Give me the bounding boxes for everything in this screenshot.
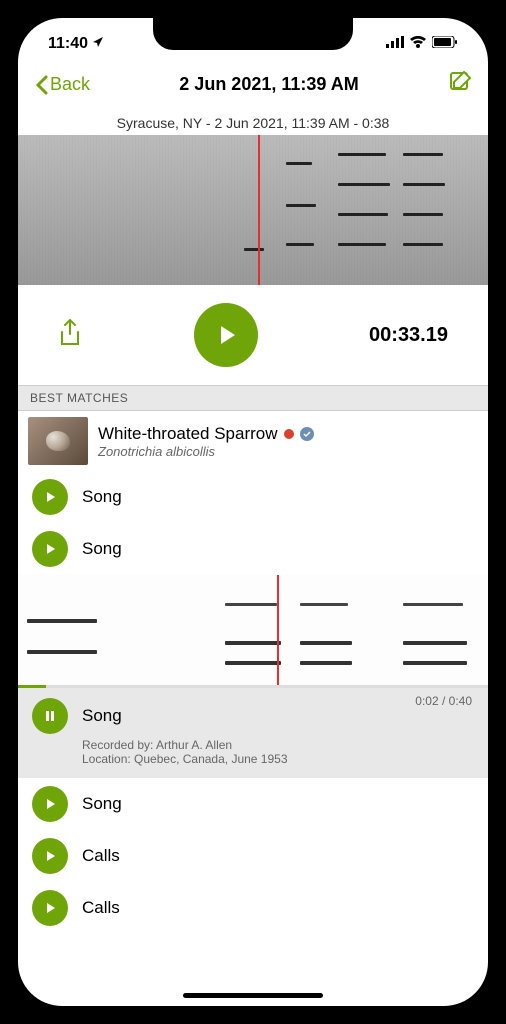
- edit-icon: [448, 70, 472, 94]
- track-play-button[interactable]: [32, 479, 68, 515]
- track-pause-button[interactable]: [32, 698, 68, 734]
- share-button[interactable]: [58, 318, 82, 353]
- playhead: [258, 135, 260, 285]
- species-common-name: White-throated Sparrow: [98, 424, 278, 444]
- nav-bar: Back 2 Jun 2021, 11:39 AM: [18, 62, 488, 111]
- page-title: 2 Jun 2021, 11:39 AM: [179, 74, 358, 95]
- track-row[interactable]: Song: [18, 778, 488, 830]
- verified-badge-icon: [300, 427, 314, 441]
- track-play-button[interactable]: [32, 838, 68, 874]
- track-row[interactable]: Song: [18, 523, 488, 575]
- main-spectrogram[interactable]: [18, 135, 488, 285]
- play-icon: [213, 322, 239, 348]
- back-button[interactable]: Back: [34, 74, 90, 95]
- recording-subtitle: Syracuse, NY - 2 Jun 2021, 11:39 AM - 0:…: [18, 111, 488, 135]
- location-arrow-icon: [92, 35, 104, 53]
- track-label: Calls: [82, 846, 120, 866]
- playhead: [277, 575, 279, 685]
- spectrogram-marks: [18, 135, 488, 285]
- chevron-left-icon: [34, 75, 48, 95]
- recorded-by-label: Recorded by:: [82, 738, 153, 752]
- track-label: Song: [82, 794, 122, 814]
- track-play-button[interactable]: [32, 890, 68, 926]
- play-button[interactable]: [194, 303, 258, 367]
- playback-timer: 00:33.19: [369, 324, 448, 347]
- wifi-icon: [410, 35, 426, 53]
- play-icon: [43, 542, 57, 556]
- track-label: Song: [82, 706, 122, 726]
- location-label: Location:: [82, 752, 131, 766]
- play-icon: [43, 797, 57, 811]
- status-dot-icon: [284, 429, 294, 439]
- expanded-track-row: 0:02 / 0:40 Song Recorded by: Arthur A. …: [18, 688, 488, 778]
- track-play-button[interactable]: [32, 786, 68, 822]
- pause-icon: [43, 709, 57, 723]
- track-row[interactable]: Song: [18, 471, 488, 523]
- comparison-spectrogram[interactable]: [18, 575, 488, 685]
- species-thumbnail: [28, 417, 88, 465]
- share-icon: [58, 318, 82, 348]
- current-time: 0:02: [415, 694, 438, 708]
- back-label: Back: [50, 74, 90, 95]
- play-icon: [43, 490, 57, 504]
- track-label: Song: [82, 539, 122, 559]
- track-time-display: 0:02 / 0:40: [415, 694, 472, 708]
- recorded-by-value: Arthur A. Allen: [156, 738, 232, 752]
- play-icon: [43, 901, 57, 915]
- species-row[interactable]: White-throated Sparrow Zonotrichia albic…: [18, 411, 488, 471]
- edit-button[interactable]: [448, 70, 472, 99]
- species-scientific-name: Zonotrichia albicollis: [98, 444, 478, 459]
- track-label: Song: [82, 487, 122, 507]
- section-best-matches: BEST MATCHES: [18, 385, 488, 411]
- battery-icon: [432, 35, 458, 53]
- phone-frame: 11:40 Back 2 Ju: [0, 0, 506, 1024]
- track-label: Calls: [82, 898, 120, 918]
- play-icon: [43, 849, 57, 863]
- spectrogram-marks: [18, 575, 488, 685]
- phone-screen: 11:40 Back 2 Ju: [18, 18, 488, 1006]
- playback-controls: 00:33.19: [18, 285, 488, 385]
- home-indicator[interactable]: [183, 993, 323, 998]
- cellular-icon: [386, 35, 404, 53]
- location-value: Quebec, Canada, June 1953: [134, 752, 287, 766]
- track-row[interactable]: Calls: [18, 882, 488, 934]
- track-play-button[interactable]: [32, 531, 68, 567]
- notch: [153, 18, 353, 50]
- total-time: 0:40: [449, 694, 472, 708]
- track-row[interactable]: Calls: [18, 830, 488, 882]
- status-time: 11:40: [48, 35, 88, 53]
